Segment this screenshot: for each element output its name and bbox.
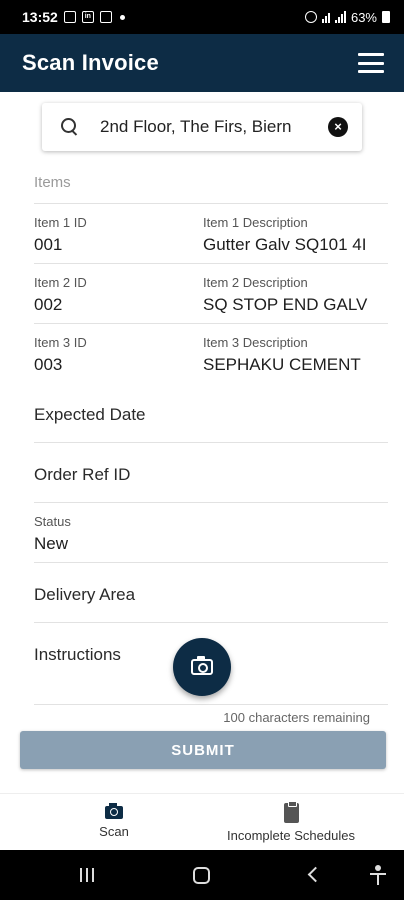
item-2-description-value[interactable]: SQ STOP END GALV — [203, 295, 371, 315]
page-title: Scan Invoice — [22, 50, 159, 75]
battery-icon — [382, 11, 390, 23]
item-3-id-value[interactable]: 003 — [34, 355, 62, 375]
divider — [34, 263, 388, 264]
item-1-id-label: Item 1 ID — [34, 215, 87, 230]
divider — [34, 323, 388, 324]
app-bar: Scan Invoice — [0, 34, 404, 92]
clear-icon[interactable]: × — [328, 117, 348, 137]
battery-percent: 63% — [350, 9, 377, 25]
search-input[interactable]: 2nd Floor, The Firs, Biern — [100, 117, 310, 137]
nav-item-incomplete-schedules[interactable]: Incomplete Schedules — [200, 794, 382, 851]
item-1-description-value[interactable]: Gutter Galv SQ101 4I — [203, 235, 371, 255]
notification-dot-icon — [119, 14, 125, 20]
item-1-id-value[interactable]: 001 — [34, 235, 62, 255]
divider — [34, 562, 388, 563]
clipboard-icon — [283, 800, 299, 823]
items-section-label: Items — [34, 174, 71, 191]
back-icon[interactable] — [307, 866, 324, 883]
status-time: 13:52 — [22, 9, 58, 25]
item-2-id-label: Item 2 ID — [34, 275, 87, 290]
characters-remaining: 100 characters remaining — [223, 710, 370, 725]
status-right: 63% — [304, 9, 390, 25]
item-3-id-label: Item 3 ID — [34, 335, 87, 350]
search-icon — [60, 117, 80, 137]
item-3-description-label: Item 3 Description — [203, 335, 308, 350]
address-search-box[interactable]: 2nd Floor, The Firs, Biern × — [42, 103, 362, 151]
accessibility-icon[interactable] — [369, 865, 387, 885]
bottom-navigation: Scan Incomplete Schedules — [0, 793, 404, 850]
status-field[interactable]: New — [34, 534, 68, 554]
mail-icon — [99, 11, 112, 23]
status-label: Status — [34, 514, 71, 529]
expected-date-field[interactable]: Expected Date — [34, 405, 146, 425]
gallery-icon — [63, 11, 76, 23]
camera-icon — [191, 656, 213, 675]
recents-icon[interactable] — [80, 868, 94, 882]
nav-item-label: Scan — [99, 824, 129, 839]
divider — [34, 502, 388, 503]
status-left: 13:52 in — [22, 9, 125, 25]
delivery-area-field[interactable]: Delivery Area — [34, 585, 135, 605]
item-2-id-value[interactable]: 002 — [34, 295, 62, 315]
camera-icon — [105, 803, 123, 819]
alarm-icon — [304, 11, 317, 23]
item-2-description-label: Item 2 Description — [203, 275, 308, 290]
submit-button[interactable]: SUBMIT — [20, 731, 386, 769]
divider — [34, 442, 388, 443]
divider — [34, 203, 388, 204]
wifi-icon — [321, 11, 330, 23]
item-3-description-value[interactable]: SEPHAKU CEMENT — [203, 355, 371, 375]
home-icon[interactable] — [193, 867, 210, 884]
status-bar: 13:52 in 63% — [0, 0, 404, 34]
divider — [34, 704, 388, 705]
nav-item-scan[interactable]: Scan — [72, 794, 156, 851]
signal-icon — [334, 11, 346, 23]
item-1-description-label: Item 1 Description — [203, 215, 308, 230]
linkedin-icon: in — [81, 11, 94, 23]
divider — [34, 622, 388, 623]
instructions-field[interactable]: Instructions — [34, 645, 121, 665]
nav-item-label: Incomplete Schedules — [227, 827, 355, 843]
hamburger-menu-icon[interactable] — [358, 53, 384, 73]
order-ref-id-field[interactable]: Order Ref ID — [34, 465, 130, 485]
system-navigation-bar — [0, 850, 404, 900]
camera-scan-button[interactable] — [173, 638, 231, 696]
